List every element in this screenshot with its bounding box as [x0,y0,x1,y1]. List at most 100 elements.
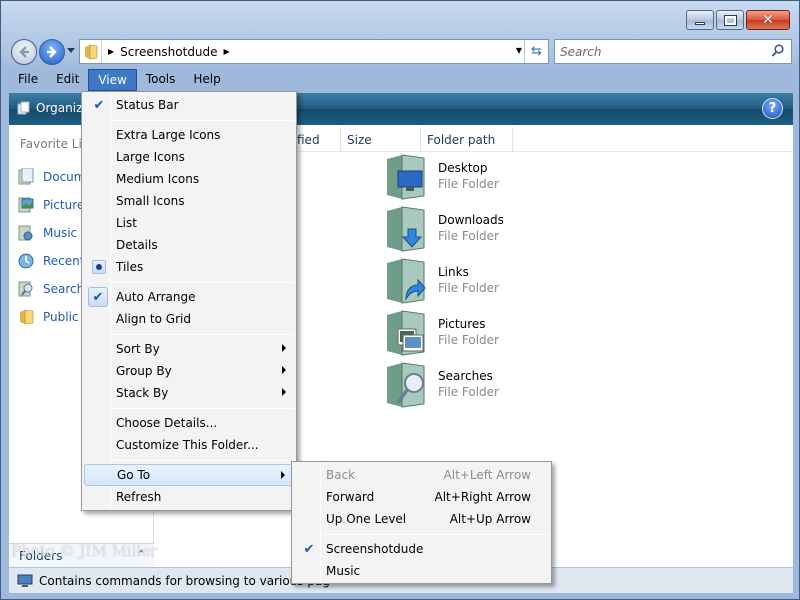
tile-name: Searches [438,369,493,383]
tile-type: File Folder [438,281,499,295]
menu-item-screenshotdude[interactable]: ✔ Screenshotdude [294,538,549,560]
tile-downloads[interactable]: Downloads File Folder [384,203,584,255]
close-button[interactable]: ✕ [746,10,790,30]
fav-label: Picture [43,198,85,212]
folders-label: Folders [19,548,63,563]
minimize-button[interactable] [686,10,714,30]
breadcrumb-arrow-icon[interactable]: ▶ [224,47,230,56]
check-icon: ✔ [303,541,315,557]
fav-label: Music [43,226,78,240]
menu-item-sort-by[interactable]: Sort By [84,338,294,360]
fav-item-documents[interactable]: Docum [17,163,85,191]
menu-item-medium-icons[interactable]: Medium Icons [84,168,294,190]
menu-item-auto-arrange[interactable]: ✔ Auto Arrange [84,286,294,308]
chevron-up-icon: ⌃ [137,548,147,561]
menu-item-align-to-grid[interactable]: Align to Grid [84,308,294,330]
shortcut-label: Alt+Up Arrow [449,512,531,526]
search-icon[interactable] [771,44,785,58]
tile-type: File Folder [438,385,499,399]
desktop-folder-icon [387,154,425,200]
column-size[interactable]: Size [341,127,421,152]
menu-tools[interactable]: Tools [137,69,185,91]
menu-item-stack-by[interactable]: Stack By [84,382,294,404]
breadcrumb-arrow-icon[interactable]: ▶ [108,47,114,56]
tile-pictures[interactable]: Pictures File Folder [384,307,584,359]
menu-item-extra-large-icons[interactable]: Extra Large Icons [84,124,294,146]
refresh-icon: ⇆ [531,44,542,59]
column-folder-path[interactable]: Folder path [421,127,513,152]
menu-item-group-by[interactable]: Group By [84,360,294,382]
submenu-arrow-icon [282,388,286,396]
menu-separator [113,334,294,335]
menu-item-back[interactable]: Back Alt+Left Arrow [294,464,549,486]
menu-label: Tiles [116,260,144,274]
menu-item-customize-folder[interactable]: Customize This Folder... [84,434,294,456]
tile-name: Pictures [438,317,486,331]
fav-item-pictures[interactable]: Picture [17,191,85,219]
menu-item-list[interactable]: List [84,212,294,234]
radio-bullet-icon [92,260,106,274]
shortcut-label: Alt+Right Arrow [434,490,531,504]
fav-label: Recent [43,254,85,268]
music-icon [17,224,35,242]
menu-view[interactable]: View [88,69,137,91]
recent-icon [17,252,35,270]
file-tiles: Desktop File Folder Downloads File Folde… [384,151,584,411]
menu-label: Refresh [116,490,162,504]
fav-item-searches[interactable]: Search [17,275,85,303]
back-button[interactable] [11,39,37,65]
fav-item-public[interactable]: Public [17,303,85,331]
menu-item-tiles[interactable]: Tiles [84,256,294,278]
menu-item-status-bar[interactable]: ✔ Status Bar [84,94,294,116]
menu-label: Screenshotdude [326,542,424,556]
menu-item-small-icons[interactable]: Small Icons [84,190,294,212]
pictures-folder-icon [387,310,425,356]
menu-item-large-icons[interactable]: Large Icons [84,146,294,168]
folders-toggle[interactable]: Folders ⌃ [9,543,154,567]
tile-type: File Folder [438,177,499,191]
fav-item-music[interactable]: Music [17,219,85,247]
fav-label: Docum [43,170,86,184]
forward-button[interactable] [39,39,65,65]
fav-item-recent[interactable]: Recent [17,247,85,275]
recent-pages-dropdown-icon[interactable] [67,48,75,54]
searches-folder-icon [387,362,425,408]
organize-icon [17,101,30,115]
menu-item-go-to[interactable]: Go To [84,464,294,486]
breadcrumb-current[interactable]: Screenshotdude [120,45,217,59]
menu-edit[interactable]: Edit [47,69,88,91]
minimize-icon [695,21,705,25]
organize-button[interactable]: Organiz [17,101,82,115]
help-icon: ? [768,101,777,116]
tile-links[interactable]: Links File Folder [384,255,584,307]
maximize-button[interactable] [716,10,744,30]
menu-label: Large Icons [116,150,185,164]
help-button[interactable]: ? [762,98,783,119]
menu-label: Forward [326,490,375,504]
menu-item-choose-details[interactable]: Choose Details... [84,412,294,434]
menu-file[interactable]: File [9,69,47,91]
menu-label: Back [326,468,356,482]
search-input[interactable]: Search [554,39,792,64]
address-dropdown-icon[interactable]: ▼ [516,46,522,55]
menu-label: Auto Arrange [116,290,196,304]
menu-item-forward[interactable]: Forward Alt+Right Arrow [294,486,549,508]
address-bar[interactable]: ▶ Screenshotdude ▶ ▼ ⇆ [79,39,549,64]
links-folder-icon [387,258,426,304]
refresh-button[interactable]: ⇆ [524,40,548,63]
status-text: Contains commands for browsing to variou… [39,573,330,588]
shortcut-label: Alt+Left Arrow [443,468,531,482]
menu-item-music[interactable]: Music [294,560,549,582]
menu-label: Extra Large Icons [116,128,221,142]
tile-desktop[interactable]: Desktop File Folder [384,151,584,203]
column-date-modified[interactable]: fied [297,133,320,147]
status-computer-icon [17,574,33,587]
menu-item-refresh[interactable]: Refresh [84,486,294,508]
back-arrow-icon [19,46,29,58]
tile-searches[interactable]: Searches File Folder [384,359,584,411]
menu-item-details[interactable]: Details [84,234,294,256]
tile-name: Desktop [438,161,488,175]
check-icon: ✔ [88,287,108,307]
menu-item-up-one-level[interactable]: Up One Level Alt+Up Arrow [294,508,549,530]
menu-help[interactable]: Help [184,69,229,91]
